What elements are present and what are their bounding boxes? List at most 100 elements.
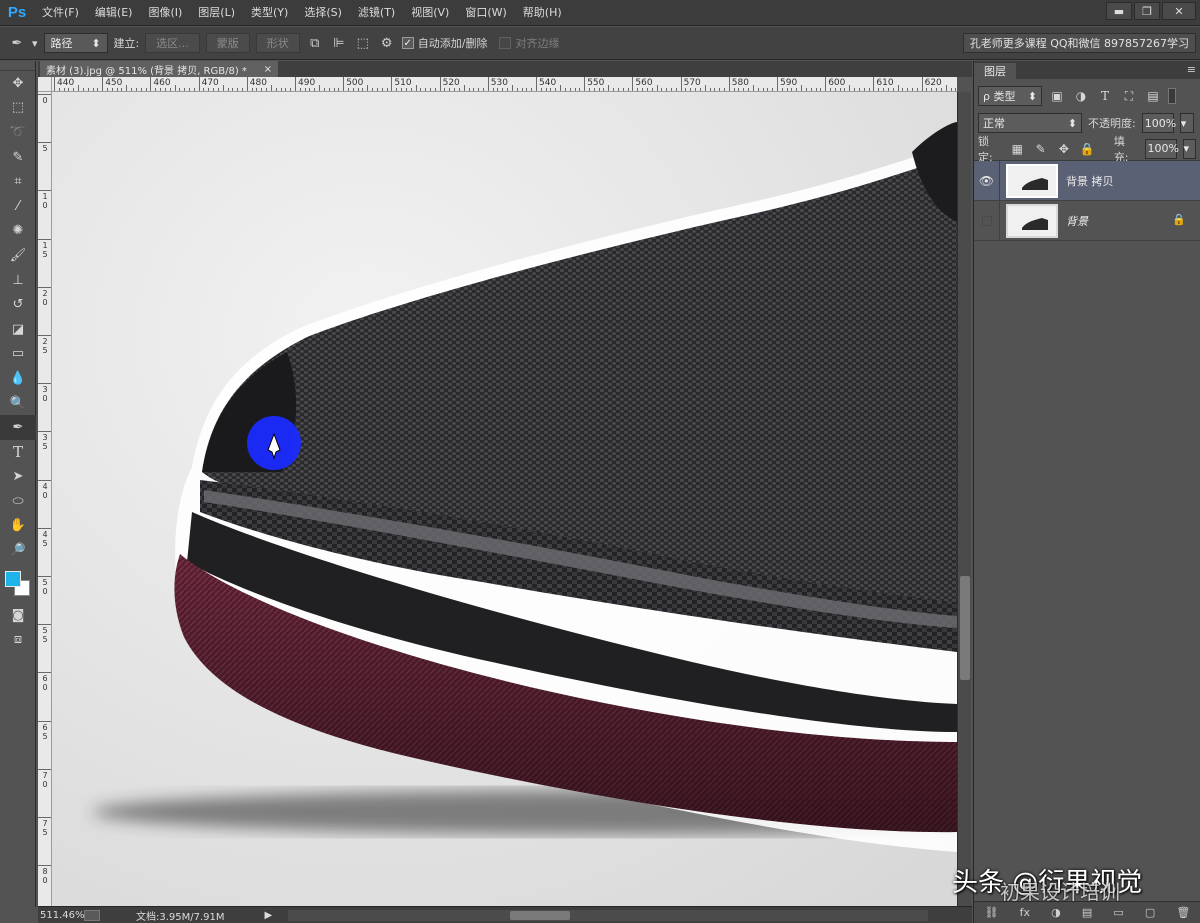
panel-menu-icon[interactable]: ≡ — [1187, 63, 1196, 76]
lock-transparent-icon[interactable]: ▦ — [1009, 140, 1026, 158]
menu-type[interactable]: 类型(Y) — [243, 0, 296, 26]
menu-filter[interactable]: 滤镜(T) — [350, 0, 403, 26]
horizontal-scrollbar[interactable] — [288, 910, 928, 921]
tab-layers[interactable]: 图层 — [974, 63, 1016, 79]
menu-file[interactable]: 文件(F) — [34, 0, 87, 26]
brush-tool-icon[interactable]: 🖌 — [0, 243, 36, 268]
layer-row-background[interactable]: 背景 🔒 — [974, 200, 1200, 241]
add-mask-icon[interactable]: ◑ — [1051, 906, 1061, 919]
gradient-tool-icon[interactable]: ▭ — [0, 342, 36, 367]
path-operations-icon[interactable]: ⧉ — [306, 34, 324, 52]
vertical-scrollbar[interactable] — [957, 92, 971, 906]
document-tab[interactable]: 素材 (3).jpg @ 511% (背景 拷贝, RGB/8) * × — [40, 61, 278, 77]
quick-mask-icon[interactable]: ◙ — [0, 603, 36, 628]
panel-grip[interactable] — [0, 61, 35, 71]
lasso-tool-icon[interactable]: ➰ — [0, 120, 36, 145]
menu-edit[interactable]: 编辑(E) — [87, 0, 141, 26]
ruler-tick — [38, 720, 51, 722]
clone-stamp-tool-icon[interactable]: ⊥ — [0, 268, 36, 293]
filter-toggle[interactable] — [1168, 88, 1176, 104]
crop-tool-icon[interactable]: ⌗ — [0, 169, 36, 194]
layer-name[interactable]: 背景 拷贝 — [1066, 173, 1114, 189]
ellipse-tool-icon[interactable]: ⬭ — [0, 489, 36, 514]
auto-add-delete-option[interactable]: ✓ 自动添加/删除 — [401, 35, 487, 51]
ruler-label: 470 — [201, 78, 219, 88]
screen-mode-icon[interactable]: ⧈ — [0, 627, 36, 652]
foreground-color-swatch[interactable] — [5, 570, 21, 587]
align-edges-option[interactable]: 对齐边缘 — [499, 35, 559, 51]
close-button[interactable]: ✕ — [1162, 2, 1196, 20]
link-layers-icon[interactable]: ⛓ — [985, 906, 999, 919]
new-group-icon[interactable]: ▭ — [1113, 906, 1123, 919]
type-filter-icon[interactable]: T — [1096, 87, 1114, 105]
marquee-tool-icon[interactable]: ⬚ — [0, 96, 36, 121]
shape-filter-icon[interactable]: ⛶ — [1120, 87, 1138, 105]
pen-tool-icon[interactable]: ✒ — [0, 415, 36, 440]
visibility-toggle-empty[interactable] — [974, 200, 1000, 241]
layer-name[interactable]: 背景 — [1066, 213, 1088, 229]
horizontal-ruler[interactable]: 440 450 460 470 480 490 500 510 520 530 540 550 560 5… — [52, 77, 957, 92]
document-canvas[interactable] — [52, 92, 957, 906]
blend-mode-select[interactable]: 正常 ⬍ — [978, 113, 1082, 133]
restore-button[interactable]: ❐ — [1134, 2, 1160, 20]
delete-layer-icon[interactable]: 🗑 — [1176, 906, 1190, 919]
layer-thumbnail[interactable] — [1006, 163, 1058, 198]
make-shape-button[interactable]: 形状 — [255, 33, 300, 53]
opacity-dropdown-icon[interactable]: ▾ — [1179, 113, 1194, 133]
align-edges-checkbox[interactable] — [499, 37, 512, 49]
menu-view[interactable]: 视图(V) — [403, 0, 457, 26]
menu-image[interactable]: 图像(I) — [140, 0, 190, 26]
move-tool-icon[interactable]: ✥ — [0, 71, 36, 96]
dodge-tool-icon[interactable]: 🔍 — [0, 391, 36, 416]
layer-thumbnail[interactable] — [1006, 203, 1058, 238]
status-settings-icon[interactable] — [84, 909, 100, 921]
lock-all-icon[interactable]: 🔒 — [1079, 140, 1096, 158]
status-menu-arrow-icon[interactable]: ▶ — [265, 910, 273, 921]
new-layer-icon[interactable]: ▢ — [1145, 906, 1155, 919]
path-arrangement-icon[interactable]: ⬚ — [354, 34, 372, 52]
gear-icon[interactable]: ⚙ — [378, 34, 396, 52]
eyedropper-tool-icon[interactable]: ⁄ — [0, 194, 36, 219]
type-tool-icon[interactable]: T — [0, 440, 36, 465]
ruler-origin[interactable] — [38, 77, 52, 92]
pen-mode-select[interactable]: 路径 ⬍ — [43, 33, 108, 53]
tool-preset-arrow-icon[interactable]: ▾ — [32, 37, 38, 50]
fill-dropdown-icon[interactable]: ▾ — [1182, 138, 1197, 159]
zoom-level-field[interactable]: 511.46% — [38, 910, 85, 921]
blur-tool-icon[interactable]: 💧 — [0, 366, 36, 391]
make-mask-button[interactable]: 蒙版 — [205, 33, 250, 53]
lock-image-icon[interactable]: ✎ — [1032, 140, 1049, 158]
adjustment-filter-icon[interactable]: ◑ — [1072, 87, 1090, 105]
filter-kind-select[interactable]: ρ 类型 ⬍ — [978, 86, 1042, 106]
close-tab-icon[interactable]: × — [264, 64, 272, 75]
visibility-eye-icon[interactable]: 👁 — [974, 160, 1000, 201]
layer-row-background-copy[interactable]: 👁 背景 拷贝 — [974, 160, 1200, 201]
menu-help[interactable]: 帮助(H) — [515, 0, 570, 26]
hand-tool-icon[interactable]: ✋ — [0, 514, 36, 539]
minimize-button[interactable]: ▬ — [1106, 2, 1132, 20]
history-brush-tool-icon[interactable]: ↺ — [0, 292, 36, 317]
auto-add-delete-checkbox[interactable]: ✓ — [401, 37, 414, 49]
path-selection-tool-icon[interactable]: ➤ — [0, 465, 36, 490]
lock-position-icon[interactable]: ✥ — [1055, 140, 1072, 158]
adjustment-layer-icon[interactable]: ▤ — [1082, 906, 1092, 919]
spot-healing-tool-icon[interactable]: ✺ — [0, 219, 36, 244]
quick-selection-tool-icon[interactable]: ✎ — [0, 145, 36, 170]
make-selection-button[interactable]: 选区... — [145, 33, 200, 53]
eraser-tool-icon[interactable]: ◪ — [0, 317, 36, 342]
pixel-filter-icon[interactable]: ▣ — [1048, 87, 1066, 105]
vertical-scroll-thumb[interactable] — [960, 576, 970, 680]
menu-select[interactable]: 选择(S) — [296, 0, 350, 26]
zoom-tool-icon[interactable]: 🔎 — [0, 538, 36, 563]
smart-object-filter-icon[interactable]: ▤ — [1144, 87, 1162, 105]
vertical-ruler[interactable]: 0510152025303540455055606570758085 — [38, 92, 52, 906]
fill-field[interactable]: 100% — [1144, 138, 1179, 159]
layer-style-icon[interactable]: fx — [1020, 906, 1030, 919]
ruler-minor-tick — [752, 85, 754, 91]
horizontal-scroll-thumb[interactable] — [510, 911, 570, 920]
menu-window[interactable]: 窗口(W) — [457, 0, 514, 26]
menu-layer[interactable]: 图层(L) — [190, 0, 243, 26]
path-alignment-icon[interactable]: ⊫ — [330, 34, 348, 52]
pen-icon[interactable]: ✒ — [8, 34, 26, 52]
opacity-field[interactable]: 100% — [1141, 113, 1176, 133]
